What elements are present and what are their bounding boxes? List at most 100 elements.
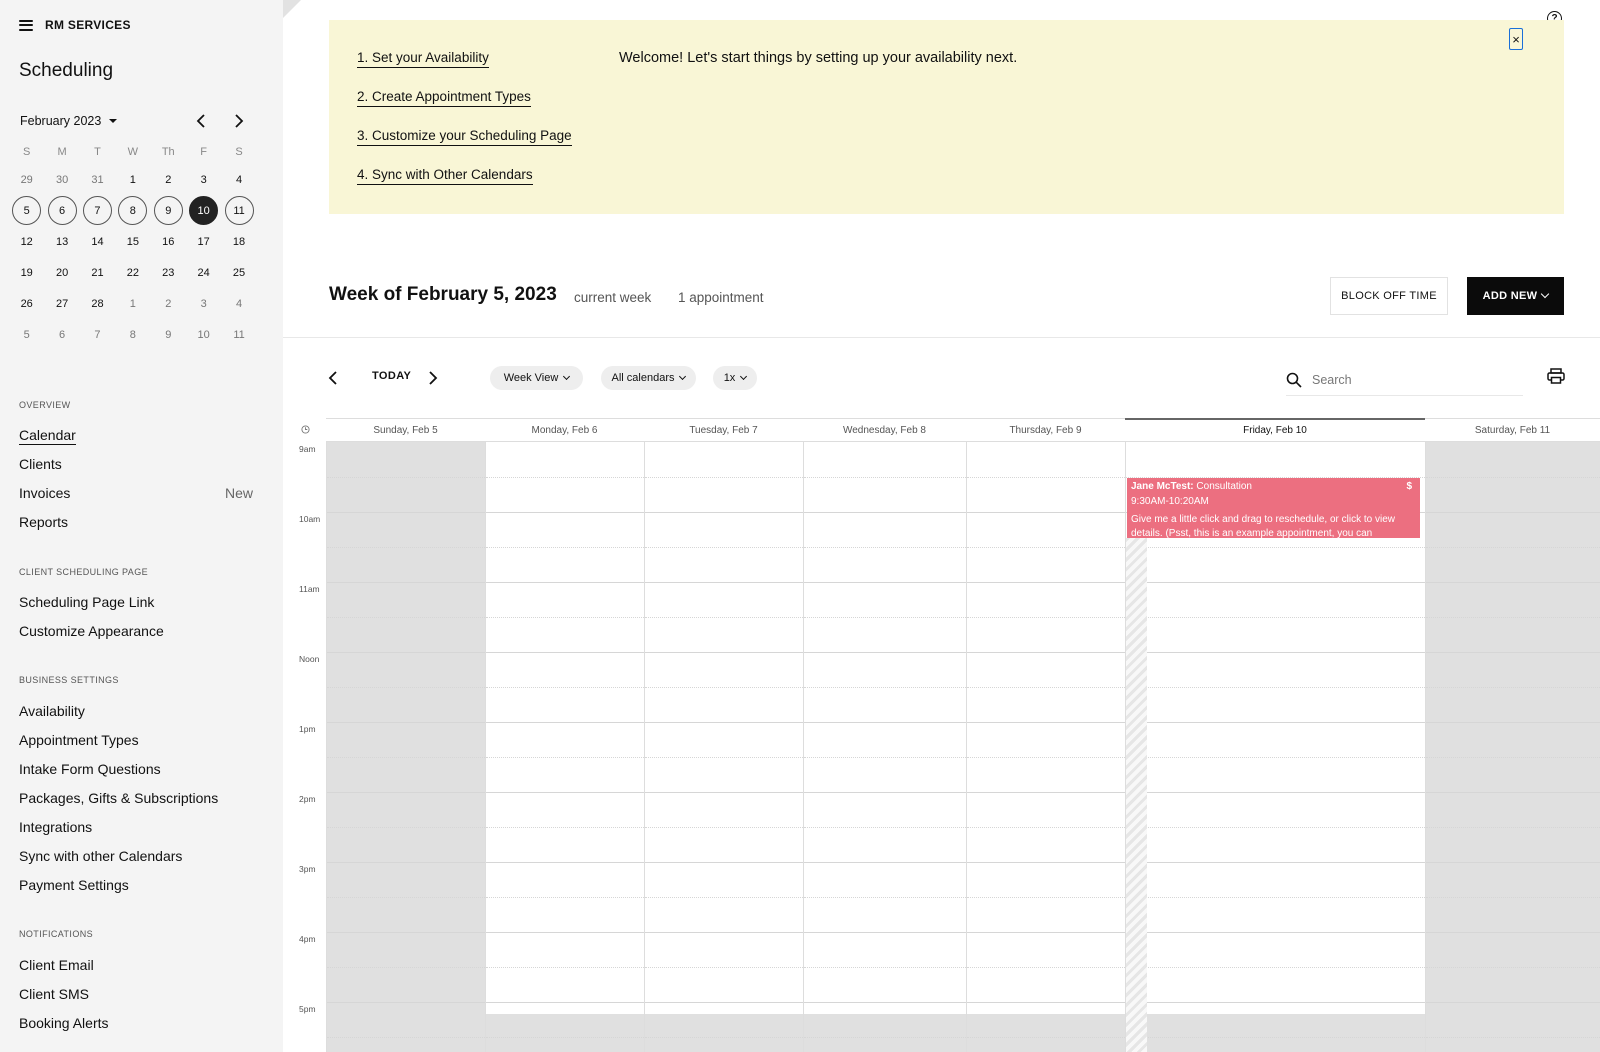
mini-calendar-day[interactable]: 16 (154, 227, 183, 256)
nav-item-integrations[interactable]: Integrations (19, 819, 92, 835)
nav-item-booking-alerts[interactable]: Booking Alerts (19, 1015, 109, 1031)
day-header[interactable]: Saturday, Feb 11 (1425, 418, 1600, 442)
mini-calendar-day[interactable]: 15 (118, 227, 147, 256)
day-slot-area[interactable] (966, 442, 1125, 1052)
zoom-select[interactable]: 1x (713, 366, 757, 390)
mini-calendar-day[interactable]: 5 (12, 196, 42, 225)
nav-item-invoices[interactable]: Invoices (19, 485, 70, 501)
mini-calendar-day[interactable]: 21 (83, 258, 112, 287)
mini-calendar-day[interactable]: 2 (154, 289, 183, 318)
search-input[interactable] (1312, 372, 1502, 387)
mini-calendar-day[interactable]: 31 (83, 165, 112, 194)
today-button[interactable]: TODAY (372, 370, 411, 382)
print-button[interactable] (1547, 368, 1565, 389)
mini-calendar-day[interactable]: 4 (225, 289, 254, 318)
block-off-time-button[interactable]: BLOCK OFF TIME (1330, 277, 1448, 315)
nav-item-sync-calendars[interactable]: Sync with other Calendars (19, 848, 182, 864)
mini-calendar-day[interactable]: 3 (189, 165, 218, 194)
mini-calendar-day[interactable]: 30 (48, 165, 77, 194)
mini-calendar-day[interactable]: 5 (12, 320, 41, 349)
mini-calendar-day[interactable]: 2 (154, 165, 183, 194)
mini-calendar-day[interactable]: 17 (189, 227, 218, 256)
previous-week-button[interactable] (323, 368, 343, 388)
mini-calendar-day[interactable]: 8 (118, 320, 147, 349)
day-header-today[interactable]: Friday, Feb 10 (1125, 418, 1425, 442)
onboarding-step-customize-page[interactable]: 3. Customize your Scheduling Page (357, 128, 572, 146)
mini-calendar-day[interactable]: 3 (189, 289, 218, 318)
mini-calendar-day[interactable]: 9 (153, 196, 183, 225)
onboarding-step-sync-calendars[interactable]: 4. Sync with Other Calendars (357, 167, 533, 185)
mini-calendar-day[interactable]: 6 (48, 320, 77, 349)
mini-calendar-day[interactable]: 1 (118, 289, 147, 318)
view-select[interactable]: Week View (490, 366, 583, 390)
nav-item-intake-form-questions[interactable]: Intake Form Questions (19, 761, 161, 777)
hour-line (1426, 512, 1600, 513)
mini-calendar-day[interactable]: 29 (12, 165, 41, 194)
day-slot-area-closed[interactable] (326, 442, 485, 1052)
add-new-button[interactable]: ADD NEW (1467, 277, 1564, 315)
onboarding-step-availability[interactable]: 1. Set your Availability (357, 50, 489, 68)
day-header[interactable]: Monday, Feb 6 (485, 418, 644, 442)
nav-item-calendar[interactable]: Calendar (19, 427, 76, 445)
hour-label: 10am (299, 514, 321, 524)
half-hour-line (1126, 757, 1425, 758)
appointment-card[interactable]: Jane McTest: Consultation $9:30AM-10:20AM… (1127, 478, 1420, 538)
mini-calendar-next-button[interactable] (228, 110, 250, 132)
mini-calendar-day[interactable]: 10 (189, 320, 218, 349)
mini-calendar-day-selected[interactable]: 10 (189, 196, 219, 225)
nav-item-label: Availability (19, 703, 85, 719)
mini-calendar-day[interactable]: 9 (154, 320, 183, 349)
mini-calendar-day[interactable]: 1 (118, 165, 147, 194)
day-slot-area[interactable] (485, 442, 644, 1052)
nav-item-scheduling-page-link[interactable]: Scheduling Page Link (19, 594, 154, 610)
nav-item-packages-gifts-subscriptions[interactable]: Packages, Gifts & Subscriptions (19, 790, 218, 806)
mini-calendar-day[interactable]: 4 (225, 165, 254, 194)
day-header[interactable]: Wednesday, Feb 8 (803, 418, 966, 442)
next-week-button[interactable] (423, 368, 443, 388)
mini-calendar-prev-button[interactable] (190, 110, 212, 132)
day-slot-area[interactable]: Jane McTest: Consultation $9:30AM-10:20AM… (1125, 442, 1425, 1052)
mini-calendar-month-select[interactable]: February 2023 (20, 114, 118, 128)
mini-calendar-day[interactable]: 11 (224, 196, 254, 225)
day-header[interactable]: Thursday, Feb 9 (966, 418, 1125, 442)
nav-item-reports[interactable]: Reports (19, 514, 68, 530)
nav-item-client-sms[interactable]: Client SMS (19, 986, 89, 1002)
mini-calendar-day[interactable]: 12 (12, 227, 41, 256)
mini-calendar-day[interactable]: 11 (225, 320, 254, 349)
half-hour-line (804, 757, 966, 758)
calendars-select[interactable]: All calendars (601, 366, 696, 390)
mini-calendar-day[interactable]: 26 (12, 289, 41, 318)
day-slot-area-closed[interactable] (1425, 442, 1600, 1052)
mini-calendar-day[interactable]: 27 (48, 289, 77, 318)
mini-calendar-day[interactable]: 8 (118, 196, 148, 225)
nav-item-clients[interactable]: Clients (19, 456, 62, 472)
day-slot-area[interactable] (644, 442, 803, 1052)
mini-calendar-day[interactable]: 14 (83, 227, 112, 256)
close-banner-button[interactable]: × (1509, 28, 1523, 50)
day-header[interactable]: Tuesday, Feb 7 (644, 418, 803, 442)
mini-calendar-day[interactable]: 18 (225, 227, 254, 256)
mini-calendar-day[interactable]: 7 (83, 320, 112, 349)
nav-item-customize-appearance[interactable]: Customize Appearance (19, 623, 164, 639)
nav-item-payment-settings[interactable]: Payment Settings (19, 877, 129, 893)
hamburger-menu-icon[interactable] (19, 19, 33, 31)
mini-calendar-day[interactable]: 6 (47, 196, 77, 225)
mini-calendar-day[interactable]: 23 (154, 258, 183, 287)
half-hour-line (327, 547, 485, 548)
mini-calendar-day[interactable]: 25 (225, 258, 254, 287)
nav-item-availability[interactable]: Availability (19, 703, 85, 719)
mini-calendar-day[interactable]: 20 (48, 258, 77, 287)
onboarding-step-appointment-types[interactable]: 2. Create Appointment Types (357, 89, 531, 107)
nav-item-client-email[interactable]: Client Email (19, 957, 94, 973)
mini-calendar-day[interactable]: 7 (82, 196, 112, 225)
mini-calendar-day[interactable]: 24 (189, 258, 218, 287)
mini-calendar-day[interactable]: 28 (83, 289, 112, 318)
day-slot-area[interactable] (803, 442, 966, 1052)
nav-item-appointment-types[interactable]: Appointment Types (19, 732, 139, 748)
clock-icon[interactable] (301, 425, 310, 434)
mini-calendar-cell: 4 (221, 164, 256, 195)
mini-calendar-day[interactable]: 22 (118, 258, 147, 287)
mini-calendar-day[interactable]: 13 (48, 227, 77, 256)
mini-calendar-day[interactable]: 19 (12, 258, 41, 287)
day-header[interactable]: Sunday, Feb 5 (326, 418, 485, 442)
